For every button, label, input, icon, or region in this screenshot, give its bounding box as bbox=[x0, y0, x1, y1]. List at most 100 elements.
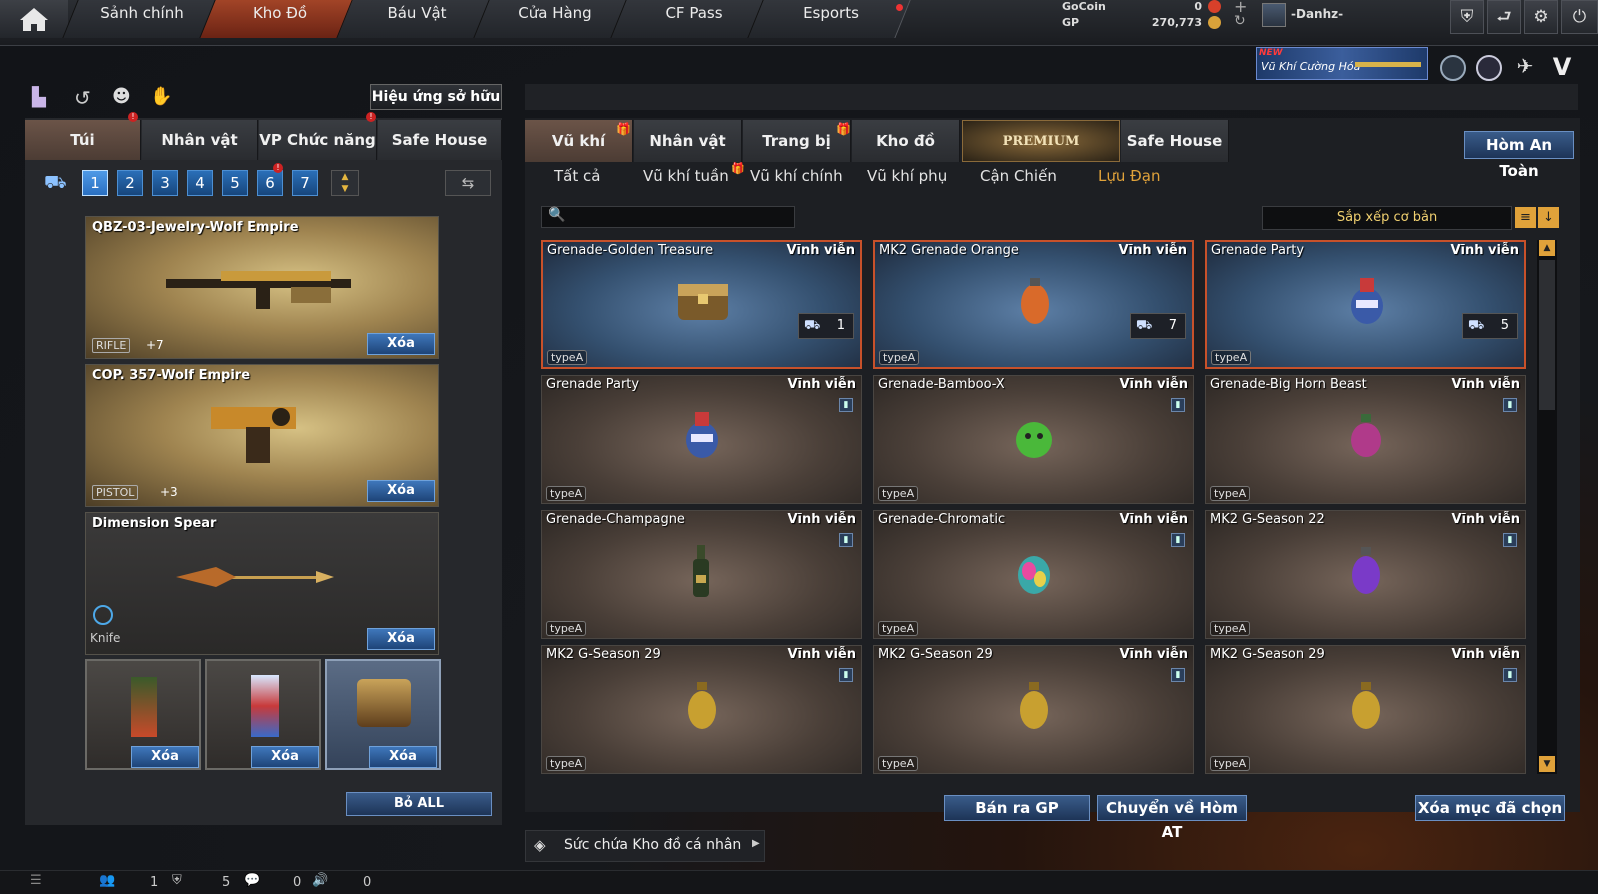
tab-bag[interactable]: Túi bbox=[25, 120, 141, 160]
inventory-item[interactable]: MK2 G-Season 29 Vĩnh viễn typeA ▮ bbox=[541, 645, 862, 774]
capacity-bar[interactable]: ◈ Sức chứa Kho đồ cá nhân ▶ bbox=[525, 830, 765, 862]
delete-button[interactable]: Xóa bbox=[251, 746, 319, 768]
safe-box-button[interactable]: Hòm An Toàn bbox=[1464, 131, 1574, 180]
list-icon[interactable]: ≡ bbox=[1515, 207, 1536, 228]
friends-icon[interactable]: 👥 bbox=[99, 873, 115, 888]
chat-icon[interactable]: 💬 bbox=[244, 873, 260, 888]
subtab-grenades[interactable]: Lựu Đạn bbox=[1098, 167, 1160, 185]
remove-all-button[interactable]: Bỏ ALL bbox=[346, 792, 492, 816]
menu-icon[interactable]: ☰ bbox=[30, 873, 42, 888]
subtab-secondary-weapons[interactable]: Vũ khí phụ bbox=[867, 167, 947, 185]
refresh-icon[interactable]: ↻ bbox=[1234, 13, 1246, 29]
page-4-button[interactable]: 4 bbox=[187, 170, 213, 196]
scrollbar-thumb[interactable] bbox=[1539, 260, 1555, 410]
trash-icon[interactable]: ▮ bbox=[1171, 533, 1185, 547]
subtab-primary-weapons[interactable]: Vũ khí chính bbox=[750, 167, 843, 185]
move-to-safe-button[interactable]: Chuyển về Hòm AT bbox=[1097, 795, 1247, 841]
scrollbar-track[interactable]: ▲ ▼ bbox=[1537, 240, 1557, 774]
trash-icon[interactable]: ▮ bbox=[1503, 533, 1517, 547]
glove-icon[interactable]: ✋ bbox=[150, 86, 174, 110]
spear-icon bbox=[176, 567, 334, 587]
trash-icon[interactable]: ▮ bbox=[839, 398, 853, 412]
sell-gp-button[interactable]: Bán ra GP bbox=[944, 795, 1090, 821]
tab-character[interactable]: Nhân vật bbox=[634, 120, 742, 162]
trash-icon[interactable]: ▮ bbox=[839, 533, 853, 547]
delete-button[interactable]: Xóa bbox=[369, 746, 437, 768]
inventory-item[interactable]: Grenade-Champagne Vĩnh viễn typeA ▮ bbox=[541, 510, 862, 639]
trash-icon[interactable]: ▮ bbox=[839, 668, 853, 682]
tab-equipment[interactable]: Trang bị bbox=[743, 120, 851, 162]
trash-icon[interactable]: ▮ bbox=[1171, 398, 1185, 412]
inventory-item[interactable]: MK2 G-Season 29 Vĩnh viễn typeA ▮ bbox=[873, 645, 1194, 774]
tab-safe-house[interactable]: Safe House bbox=[1121, 120, 1229, 162]
inventory-item[interactable]: MK2 Grenade Orange Vĩnh viễn typeA ⛟ 7 bbox=[873, 240, 1194, 369]
page-5-button[interactable]: 5 bbox=[222, 170, 248, 196]
inventory-item[interactable]: Grenade-Bamboo-X Vĩnh viễn typeA ▮ bbox=[873, 375, 1194, 504]
inventory-item[interactable]: Grenade-Big Horn Beast Vĩnh viễn typeA ▮ bbox=[1205, 375, 1526, 504]
item-duration: Vĩnh viễn bbox=[1119, 377, 1188, 392]
v-logo-icon[interactable]: V bbox=[1548, 53, 1576, 81]
exit-arrow-icon[interactable]: ⮐ bbox=[1487, 0, 1521, 34]
inventory-item[interactable]: Grenade Party Vĩnh viễn typeA ⛟ 5 bbox=[1205, 240, 1526, 369]
loadout-card-knife[interactable]: Dimension Spear Knife Xóa bbox=[85, 512, 439, 655]
loadout-card-pistol[interactable]: COP. 357-Wolf Empire PISTOL +3 Xóa bbox=[85, 364, 439, 507]
shield-icon[interactable]: ⛨ bbox=[1450, 0, 1484, 34]
gear-icon[interactable]: ⚙ bbox=[1524, 0, 1558, 34]
page-7-button[interactable]: 7 bbox=[292, 170, 318, 196]
speaker-icon[interactable]: 🔊 bbox=[312, 873, 328, 888]
delete-button[interactable]: Xóa bbox=[367, 628, 435, 650]
delete-selected-button[interactable]: Xóa mục đã chọn bbox=[1415, 795, 1565, 821]
scroll-down-arrow[interactable]: ▼ bbox=[1539, 756, 1555, 772]
delete-button[interactable]: Xóa bbox=[131, 746, 199, 768]
trash-icon[interactable]: ▮ bbox=[1503, 398, 1517, 412]
rocket-icon[interactable]: ✈ bbox=[1512, 53, 1538, 79]
search-input[interactable] bbox=[570, 208, 790, 226]
tab-function-items[interactable]: VP Chức năng bbox=[259, 120, 377, 160]
inventory-item[interactable]: Grenade Party Vĩnh viễn typeA ▮ bbox=[541, 375, 862, 504]
delete-button[interactable]: Xóa bbox=[367, 333, 435, 355]
character-icon[interactable]: ☻ bbox=[112, 86, 136, 110]
page-1-button[interactable]: 1 bbox=[82, 170, 108, 196]
item-name: MK2 G-Season 22 bbox=[1210, 512, 1325, 527]
emblem-icon[interactable] bbox=[1440, 55, 1466, 81]
page-2-button[interactable]: 2 bbox=[117, 170, 143, 196]
subtab-all[interactable]: Tất cả bbox=[554, 167, 600, 185]
history-icon[interactable]: ↺ bbox=[74, 86, 98, 110]
page-6-button[interactable]: 6 bbox=[257, 170, 283, 196]
sort-arrow-icon[interactable]: ↓ bbox=[1538, 207, 1559, 228]
trash-icon[interactable]: ▮ bbox=[1503, 668, 1517, 682]
grenade-slot[interactable]: Xóa bbox=[325, 659, 441, 770]
weapon-type-badge: Knife bbox=[90, 631, 121, 645]
globe-icon[interactable] bbox=[1476, 55, 1502, 81]
ownership-effect-button[interactable]: Hiệu ứng sở hữu bbox=[370, 84, 502, 110]
promo-banner[interactable]: NEW Vũ Khí Cường Hóa bbox=[1256, 47, 1428, 80]
clan-icon[interactable]: ⛨ bbox=[172, 873, 182, 888]
subtab-weekly-weapons[interactable]: Vũ khí tuần bbox=[643, 167, 729, 185]
power-icon[interactable]: ⏻ bbox=[1561, 0, 1598, 34]
item-duration: Vĩnh viễn bbox=[1119, 647, 1188, 662]
grenade-slot[interactable]: Xóa bbox=[205, 659, 321, 770]
page-arrows-button[interactable]: ▲ ▼ bbox=[331, 170, 359, 196]
tab-safe-house[interactable]: Safe House bbox=[378, 120, 502, 160]
inventory-item[interactable]: Grenade-Golden Treasure Vĩnh viễn typeA ⛟ 1 bbox=[541, 240, 862, 369]
transfer-icon[interactable]: ⇆ bbox=[445, 170, 491, 196]
inventory-item[interactable]: Grenade-Chromatic Vĩnh viễn typeA ▮ bbox=[873, 510, 1194, 639]
loadout-card-rifle[interactable]: QBZ-03-Jewelry-Wolf Empire RIFLE +7 Xóa bbox=[85, 216, 439, 359]
search-box[interactable]: 🔍 bbox=[541, 206, 795, 228]
tab-storage[interactable]: Kho đồ bbox=[852, 120, 960, 162]
subtab-melee[interactable]: Cận Chiến bbox=[980, 167, 1057, 185]
backpack-icon: ⛟ bbox=[1136, 318, 1153, 333]
delete-button[interactable]: Xóa bbox=[367, 480, 435, 502]
trash-icon[interactable]: ▮ bbox=[1171, 668, 1185, 682]
item-name: MK2 G-Season 29 bbox=[1210, 647, 1325, 662]
inventory-item[interactable]: MK2 G-Season 22 Vĩnh viễn typeA ▮ bbox=[1205, 510, 1526, 639]
page-3-button[interactable]: 3 bbox=[152, 170, 178, 196]
home-button[interactable] bbox=[0, 0, 68, 38]
sort-dropdown[interactable]: Sắp xếp cơ bản bbox=[1262, 206, 1512, 230]
podium-icon[interactable]: ▙ bbox=[32, 87, 54, 109]
scroll-up-arrow[interactable]: ▲ bbox=[1539, 240, 1555, 256]
inventory-item[interactable]: MK2 G-Season 29 Vĩnh viễn typeA ▮ bbox=[1205, 645, 1526, 774]
tab-premium[interactable]: PREMIUM bbox=[962, 120, 1120, 162]
tab-character[interactable]: Nhân vật bbox=[142, 120, 258, 160]
grenade-slot[interactable]: Xóa bbox=[85, 659, 201, 770]
